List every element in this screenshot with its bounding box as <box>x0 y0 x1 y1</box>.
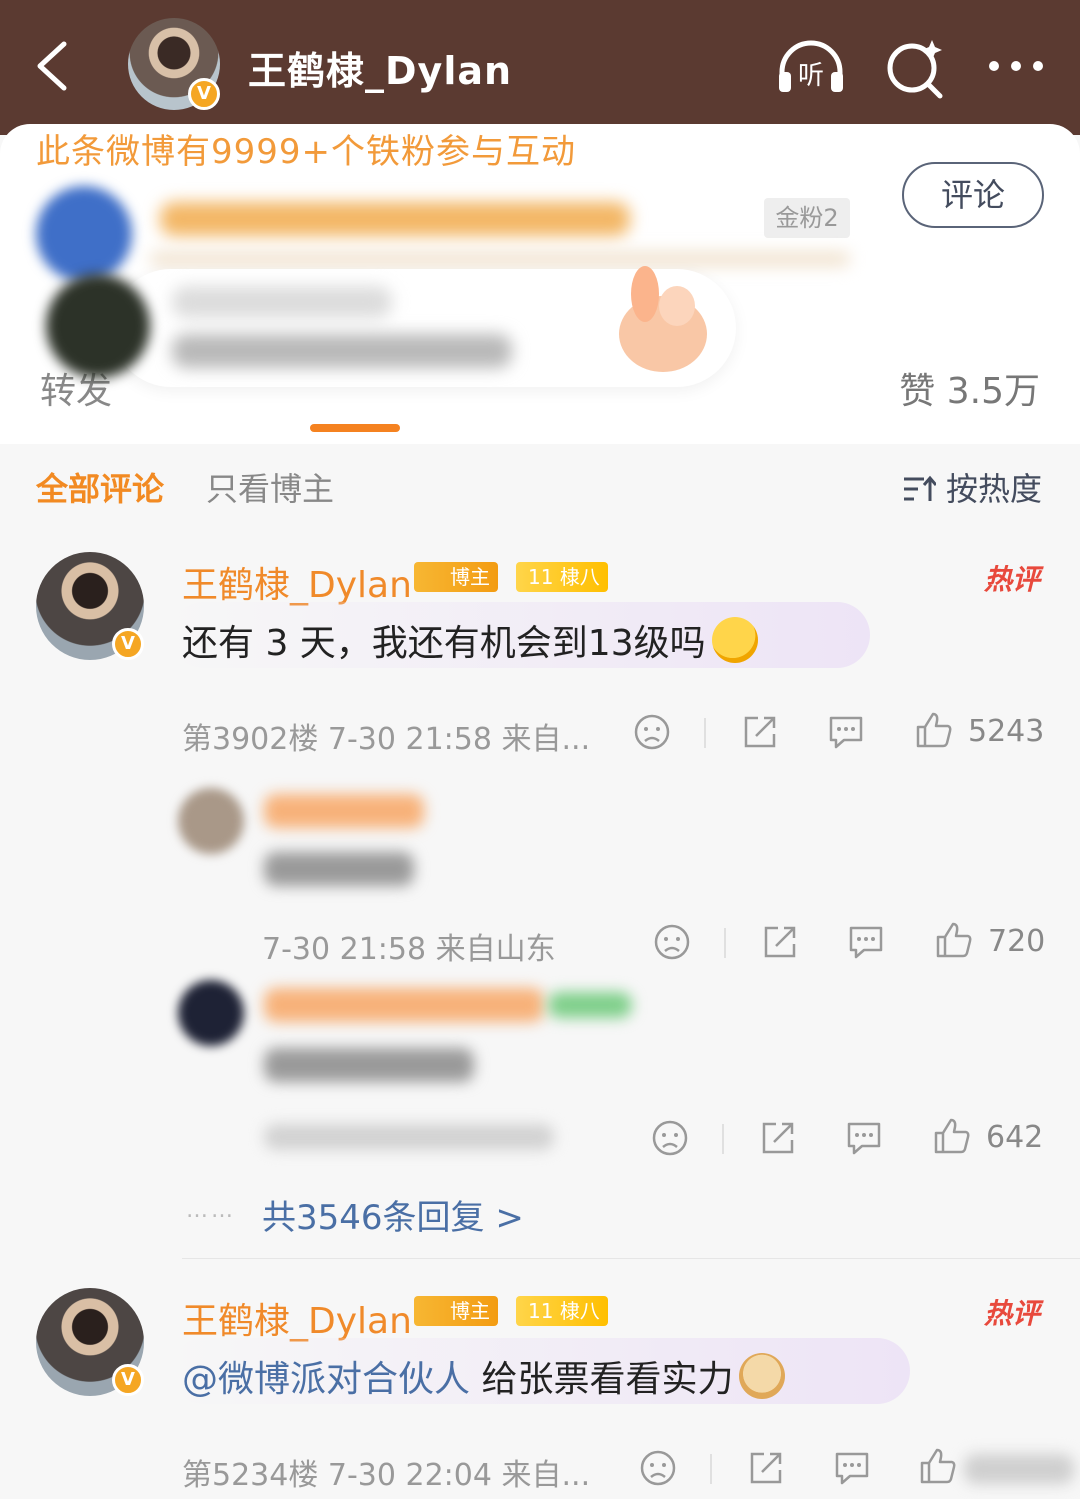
reply-icon[interactable] <box>826 712 866 752</box>
comment-meta: 第3902楼 7-30 21:58 来自... <box>182 722 591 757</box>
more-icon[interactable] <box>982 36 1052 100</box>
verified-icon: V <box>112 1364 144 1396</box>
host-badge-label: 博主 <box>450 565 490 589</box>
fan-level-number: 11 <box>528 565 554 589</box>
search-icon[interactable] <box>882 36 952 100</box>
fan-level-number: 11 <box>528 1299 554 1323</box>
divider <box>724 928 726 958</box>
fan-level-badge: 11 棣八 <box>516 1296 608 1326</box>
share-icon[interactable] <box>740 712 780 752</box>
fan-avatar-2 <box>46 274 150 378</box>
reply-avatar <box>178 980 244 1046</box>
reply-meta-blurred <box>264 1124 554 1150</box>
host-badge-label: 博主 <box>450 1299 490 1323</box>
like-count: 720 <box>988 924 1046 959</box>
divider <box>710 1454 712 1484</box>
comment-filter-bar: 全部评论 只看博主 按热度 <box>0 446 1080 522</box>
fan-name-blurred <box>160 202 630 236</box>
finger-heart-icon <box>619 266 707 372</box>
sort-button[interactable]: 按热度 <box>902 464 1042 510</box>
hot-comment-tag: 热评 <box>983 563 1040 596</box>
share-icon[interactable] <box>760 922 800 962</box>
dislike-icon[interactable] <box>650 1118 690 1158</box>
divider <box>722 1124 724 1154</box>
comment-author[interactable]: 王鹤棣_Dylan <box>182 1292 412 1344</box>
dislike-icon[interactable] <box>632 712 672 752</box>
reply-author-blurred <box>264 988 544 1022</box>
tab-all-comments[interactable]: 全部评论 <box>36 464 164 510</box>
comment-text: @微博派对合伙人 给张票看看实力 <box>182 1350 786 1402</box>
sort-label: 按热度 <box>945 470 1042 508</box>
comment-item: V 王鹤棣_Dylan 博主 11 棣八 热评 还有 3 天，我还有机会到13级… <box>0 548 1080 1260</box>
fan-progress-blurred <box>150 252 850 266</box>
tab-owner-only[interactable]: 只看博主 <box>206 464 334 510</box>
comment-item: V 王鹤棣_Dylan 博主 11 棣八 热评 @微博派对合伙人 给张票看看实力… <box>0 1284 1080 1499</box>
like-count: 642 <box>986 1120 1044 1155</box>
comment-author[interactable]: 王鹤棣_Dylan <box>182 556 412 608</box>
page-title[interactable]: 王鹤棣_Dylan <box>248 40 512 95</box>
hot-comment-tag: 热评 <box>983 1297 1040 1330</box>
like-icon[interactable] <box>914 710 954 750</box>
reply-text-blurred <box>264 852 414 886</box>
fan-level-badge: 11 棣八 <box>516 562 608 592</box>
dislike-icon[interactable] <box>638 1448 678 1488</box>
comment-button[interactable]: 评论 <box>902 162 1044 228</box>
active-tab-indicator <box>310 424 400 432</box>
reply-icon[interactable] <box>846 922 886 962</box>
thinking-emoji-icon <box>711 617 758 663</box>
fan-level-label: 棣八 <box>559 565 600 589</box>
like-icon[interactable] <box>934 920 974 960</box>
host-badge: 博主 <box>414 1296 498 1326</box>
reply-avatar <box>178 788 244 854</box>
doge-emoji-icon <box>739 1353 786 1399</box>
mention-link[interactable]: @微博派对合伙人 <box>182 1359 470 1400</box>
more-dots: …… <box>186 1198 236 1223</box>
verified-icon: V <box>112 628 144 660</box>
fan-name-2-blurred <box>172 286 392 318</box>
sort-icon <box>903 475 936 501</box>
reply-icon[interactable] <box>844 1118 884 1158</box>
listen-icon[interactable]: 听 <box>776 36 846 100</box>
comment-divider <box>182 1258 1080 1259</box>
verified-icon: V <box>188 78 220 110</box>
share-icon[interactable] <box>746 1448 786 1488</box>
share-icon[interactable] <box>758 1118 798 1158</box>
fan-level-tag: 金粉2 <box>764 198 850 238</box>
fan-interaction-card: 此条微博有9999+个铁粉参与互动 评论 金粉2 转发 赞 3.5万 <box>0 124 1080 444</box>
watermark-blurred <box>964 1454 1074 1484</box>
comment-meta: 第5234楼 7-30 22:04 来自... <box>182 1458 591 1493</box>
reply-meta: 7-30 21:58 来自山东 <box>262 932 556 967</box>
reply-text-blurred <box>264 1048 474 1082</box>
fan-text-2-blurred <box>172 334 512 368</box>
view-all-replies-link[interactable]: 共3546条回复 > <box>262 1190 524 1239</box>
likes-tab[interactable]: 赞 3.5万 <box>899 362 1040 414</box>
svg-text:听: 听 <box>798 61 824 91</box>
comment-text-body: 给张票看看实力 <box>470 1359 734 1400</box>
host-badge: 博主 <box>414 562 498 592</box>
reply-badge-blurred <box>548 992 632 1018</box>
dislike-icon[interactable] <box>652 922 692 962</box>
divider <box>704 718 706 748</box>
reply-icon[interactable] <box>832 1448 872 1488</box>
reply-author-blurred <box>264 794 424 828</box>
like-icon[interactable] <box>918 1446 958 1486</box>
like-count: 5243 <box>968 714 1045 749</box>
top-bar: V 王鹤棣_Dylan 听 <box>0 0 1080 135</box>
fan-level-label: 棣八 <box>559 1299 600 1323</box>
comment-text-body: 还有 3 天，我还有机会到13级吗 <box>182 623 706 664</box>
fan-avatar <box>36 186 132 282</box>
back-icon[interactable] <box>28 38 78 94</box>
comment-text: 还有 3 天，我还有机会到13级吗 <box>182 614 758 666</box>
like-icon[interactable] <box>932 1116 972 1156</box>
fan-promo-text: 此条微博有9999+个铁粉参与互动 <box>36 132 577 172</box>
